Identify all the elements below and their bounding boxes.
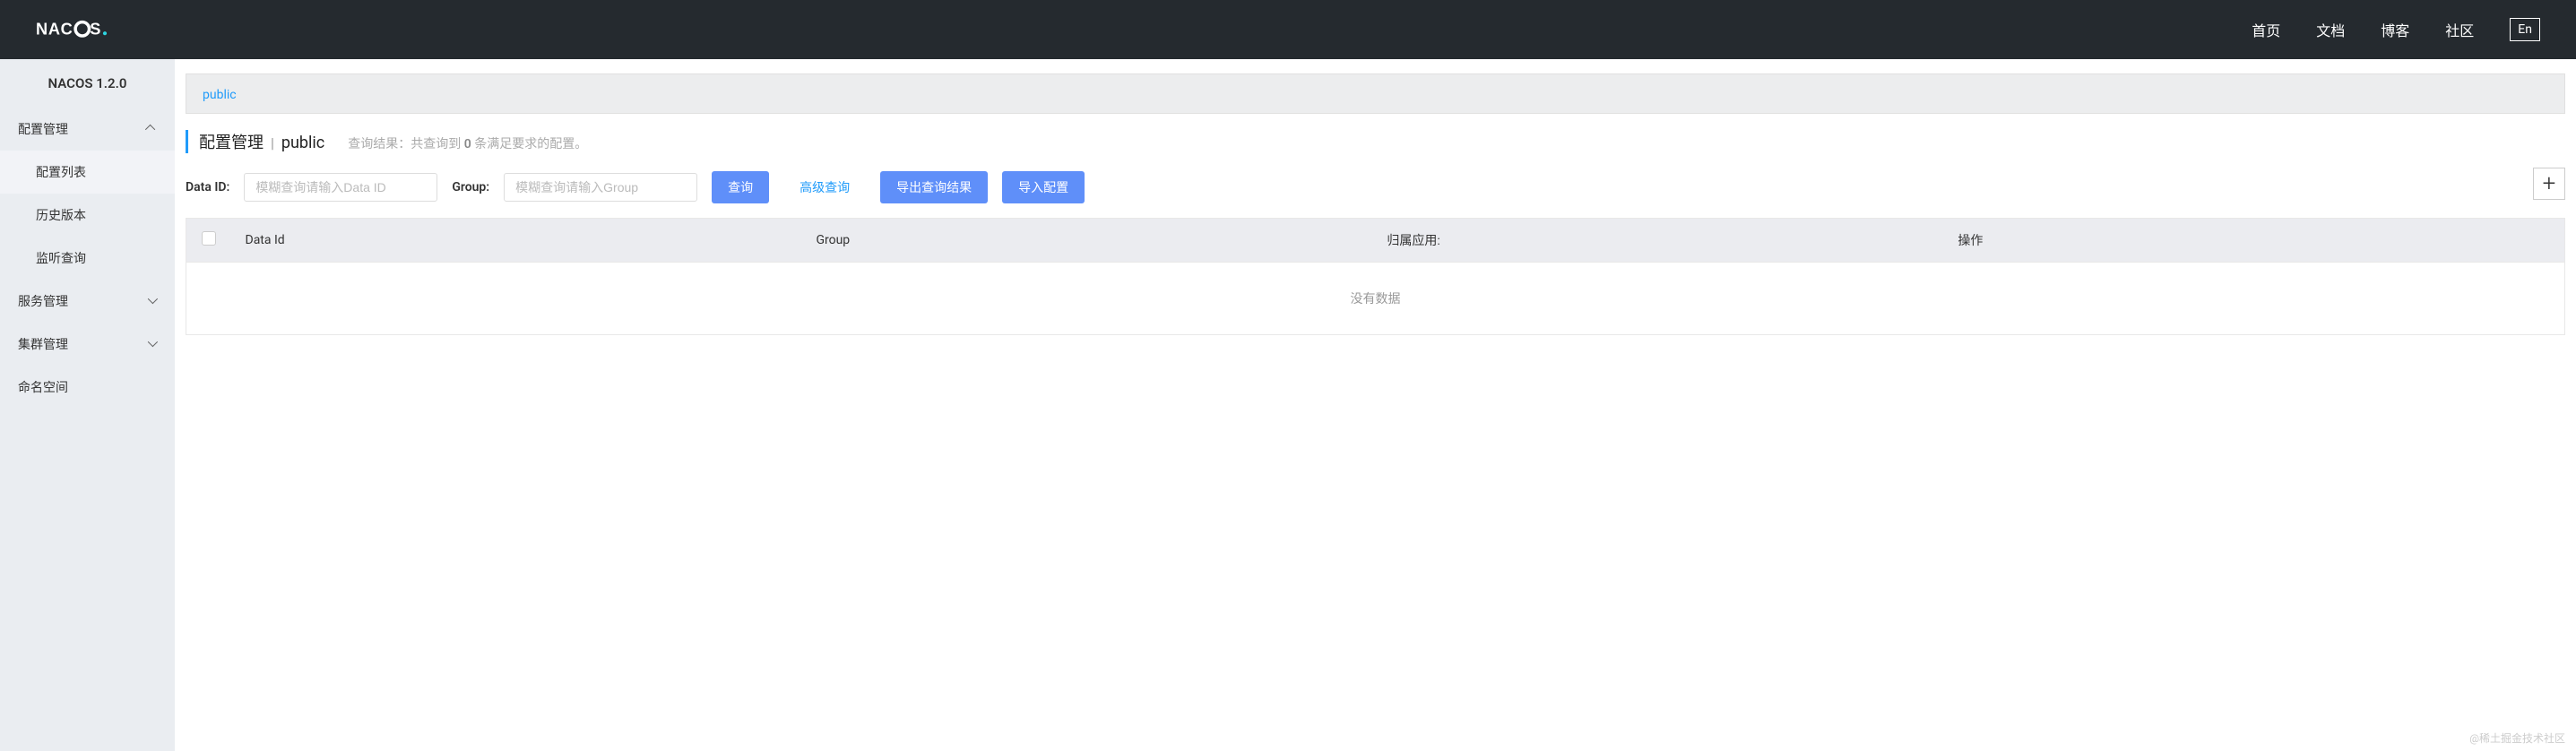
- page-title: 配置管理: [199, 130, 264, 153]
- page-heading: 配置管理 | public 查询结果：共查询到 0 条满足要求的配置。: [186, 130, 2565, 153]
- sidebar-section-config[interactable]: 配置管理: [0, 108, 175, 151]
- logo[interactable]: NAC S: [36, 17, 161, 42]
- config-table: Data Id Group 归属应用: 操作 没有数据: [186, 218, 2565, 335]
- column-data-id: Data Id: [231, 219, 802, 263]
- select-all-header: [186, 219, 231, 263]
- group-label: Group:: [452, 180, 489, 194]
- sidebar: NACOS 1.2.0 配置管理 配置列表 历史版本 监听查询 服务管理 集群管…: [0, 59, 175, 751]
- data-id-label: Data ID:: [186, 180, 229, 194]
- query-button[interactable]: 查询: [712, 171, 769, 203]
- main-container: NACOS 1.2.0 配置管理 配置列表 历史版本 监听查询 服务管理 集群管…: [0, 59, 2576, 751]
- chevron-down-icon: [148, 297, 157, 306]
- select-all-checkbox[interactable]: [202, 231, 216, 246]
- sidebar-section-cluster[interactable]: 集群管理: [0, 323, 175, 366]
- watermark: @稀土掘金技术社区: [2469, 730, 2565, 746]
- empty-row: 没有数据: [186, 263, 2565, 335]
- page-title-separator: |: [271, 134, 274, 151]
- add-config-button[interactable]: +: [2533, 168, 2565, 200]
- lang-toggle[interactable]: En: [2510, 18, 2540, 41]
- plus-icon: +: [2543, 170, 2556, 197]
- sidebar-section-label: 命名空间: [18, 378, 68, 396]
- nav-link-home[interactable]: 首页: [2252, 19, 2280, 40]
- query-result-text: 查询结果：共查询到 0 条满足要求的配置。: [348, 134, 587, 152]
- advanced-query-button[interactable]: 高级查询: [783, 171, 866, 203]
- sidebar-section-label: 配置管理: [18, 120, 68, 138]
- sidebar-title: NACOS 1.2.0: [0, 59, 175, 108]
- sidebar-item-listener[interactable]: 监听查询: [0, 237, 175, 280]
- data-id-input[interactable]: [244, 173, 437, 202]
- column-group: Group: [801, 219, 1372, 263]
- nav-link-docs[interactable]: 文档: [2316, 19, 2345, 40]
- sidebar-item-history[interactable]: 历史版本: [0, 194, 175, 237]
- content: public 配置管理 | public 查询结果：共查询到 0 条满足要求的配…: [175, 59, 2576, 751]
- namespace-tab-public[interactable]: public: [203, 88, 237, 102]
- nav-links: 首页 文档 博客 社区 En: [2252, 18, 2540, 41]
- nav-link-community[interactable]: 社区: [2445, 19, 2474, 40]
- sidebar-section-label: 集群管理: [18, 335, 68, 353]
- sidebar-section-namespace[interactable]: 命名空间: [0, 366, 175, 409]
- top-nav: NAC S 首页 文档 博客 社区 En: [0, 0, 2576, 59]
- column-app: 归属应用:: [1372, 219, 1943, 263]
- column-action: 操作: [1943, 219, 2564, 263]
- search-row: Data ID: Group: 查询 高级查询 导出查询结果 导入配置 +: [186, 171, 2565, 203]
- chevron-up-icon: [148, 125, 157, 134]
- table-header-row: Data Id Group 归属应用: 操作: [186, 219, 2565, 263]
- sidebar-item-config-list[interactable]: 配置列表: [0, 151, 175, 194]
- sidebar-section-label: 服务管理: [18, 292, 68, 310]
- nav-link-blog[interactable]: 博客: [2381, 19, 2409, 40]
- export-button[interactable]: 导出查询结果: [880, 171, 988, 203]
- chevron-down-icon: [148, 340, 157, 349]
- import-button[interactable]: 导入配置: [1002, 171, 1085, 203]
- group-input[interactable]: [504, 173, 697, 202]
- svg-text:NAC: NAC: [36, 21, 73, 39]
- page-scope: public: [281, 134, 324, 152]
- namespace-bar: public: [186, 73, 2565, 114]
- svg-text:S: S: [90, 21, 101, 39]
- empty-message: 没有数据: [186, 263, 2565, 335]
- sidebar-section-service[interactable]: 服务管理: [0, 280, 175, 323]
